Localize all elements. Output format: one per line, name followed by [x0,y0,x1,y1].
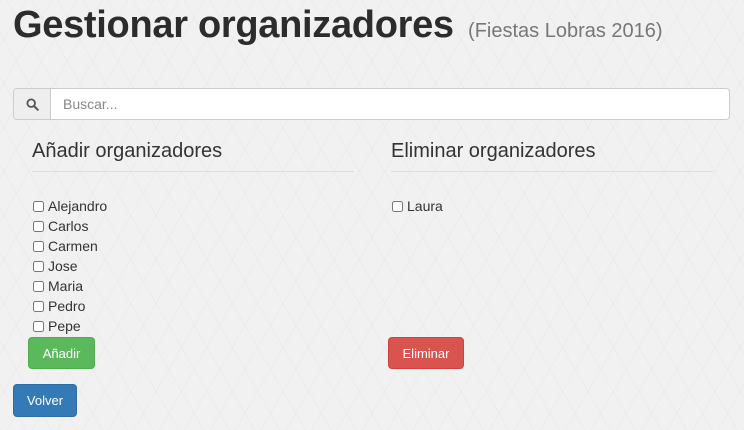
checkbox[interactable] [33,220,44,232]
list-item-label: Alejandro [48,198,108,214]
list-item-label: Pedro [48,298,86,314]
search-input[interactable] [51,89,729,119]
add-button[interactable]: Añadir [28,337,95,369]
list-item[interactable]: Jose [32,256,354,276]
page-title-text: Gestionar organizadores [13,4,454,46]
list-item[interactable]: Pepe [32,316,354,336]
page-subtitle: (Fiestas Lobras 2016) [468,20,663,42]
checkbox[interactable] [33,280,44,292]
remove-button[interactable]: Eliminar [388,337,464,369]
add-organizers-section: Añadir organizadores Alejandro Carlos Ca… [32,140,354,336]
search-icon [14,89,51,119]
list-item-label: Laura [407,198,443,214]
list-item[interactable]: Pedro [32,296,354,316]
list-item[interactable]: Carmen [32,236,354,256]
checkbox[interactable] [392,200,403,212]
checkbox[interactable] [33,300,44,312]
search-bar [13,88,730,120]
list-item-label: Pepe [48,318,81,334]
page-title: Gestionar organizadores (Fiestas Lobras … [13,4,663,47]
back-button[interactable]: Volver [13,384,77,417]
list-item[interactable]: Laura [391,196,713,216]
list-item[interactable]: Carlos [32,216,354,236]
list-item-label: Maria [48,278,84,294]
checkbox[interactable] [33,200,44,212]
checkbox[interactable] [33,240,44,252]
remove-organizers-list: Laura [391,196,713,216]
checkbox[interactable] [33,260,44,272]
add-organizers-list: Alejandro Carlos Carmen Jose Maria Pedro… [32,196,354,336]
list-item-label: Jose [48,258,78,274]
list-item[interactable]: Maria [32,276,354,296]
list-item-label: Carmen [48,238,98,254]
add-organizers-heading: Añadir organizadores [32,140,354,172]
remove-organizers-heading: Eliminar organizadores [391,140,713,172]
list-item[interactable]: Alejandro [32,196,354,216]
remove-organizers-section: Eliminar organizadores Laura [391,140,713,216]
checkbox[interactable] [33,320,44,332]
list-item-label: Carlos [48,218,89,234]
